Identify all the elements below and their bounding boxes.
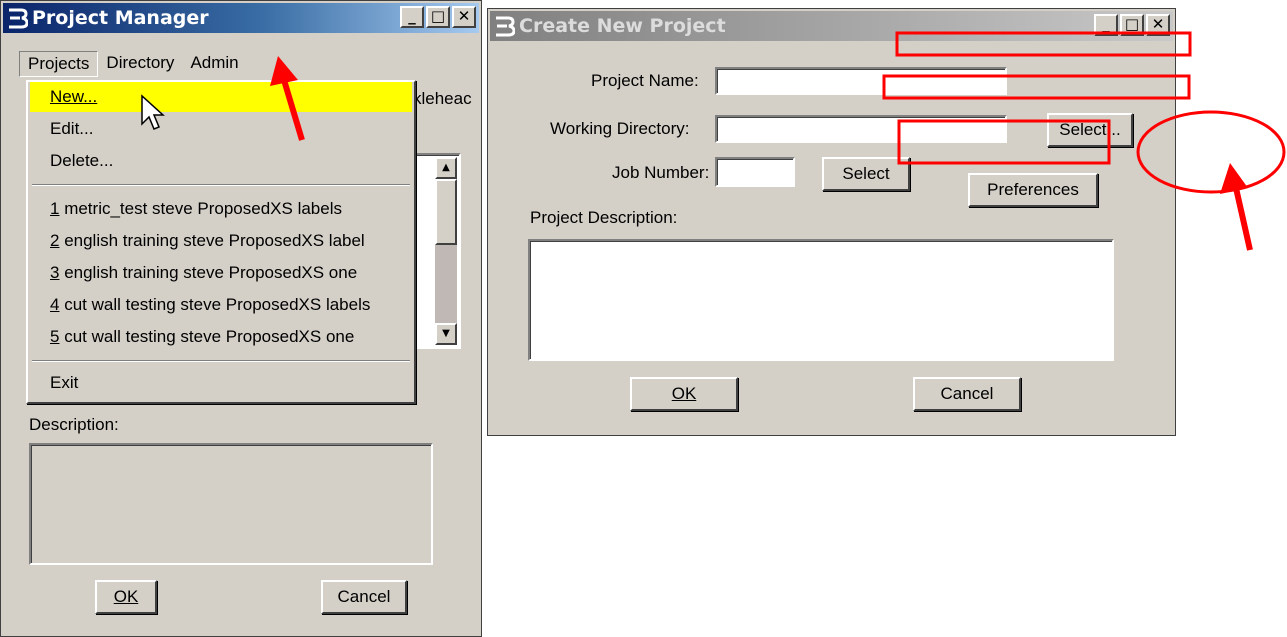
preferences-label: Preferences	[987, 180, 1079, 199]
recent-project-label: cut wall testing steve ProposedXS one	[59, 327, 355, 346]
ok-label: OK	[113, 587, 139, 606]
close-button[interactable]: ✕	[1146, 14, 1170, 36]
working-directory-label: Working Directory:	[550, 119, 690, 138]
menu-item-edit-label: Edit...	[50, 119, 94, 138]
create-project-dialog: Create New Project _ □ ✕ Project Name: W…	[487, 8, 1176, 436]
cancel-button[interactable]: Cancel	[913, 377, 1021, 411]
recent-project-label: english training steve ProposedXS one	[59, 263, 358, 282]
recent-project-item[interactable]: 5 cut wall testing steve ProposedXS one	[30, 322, 412, 352]
maximize-button[interactable]: □	[1120, 14, 1144, 36]
partially-hidden-text: kleheac	[413, 89, 472, 108]
arrow-cursor-icon	[141, 94, 165, 130]
minimize-button[interactable]: _	[400, 6, 424, 28]
projects-menu: New... Edit... Delete... 1 metric_test s…	[26, 80, 416, 404]
job-number-select-button[interactable]: Select	[822, 157, 910, 191]
select-button-label: Select...	[1059, 120, 1121, 139]
preferences-button[interactable]: Preferences	[968, 173, 1098, 207]
bentley-b-icon	[9, 8, 28, 29]
recent-project-label: english training steve ProposedXS label	[59, 231, 365, 250]
menu-item-exit-label: Exit	[50, 373, 79, 392]
menu-item-exit[interactable]: Exit	[30, 368, 412, 398]
recent-project-label: cut wall testing steve ProposedXS labels	[59, 295, 371, 314]
cancel-button[interactable]: Cancel	[321, 580, 407, 614]
menu-separator	[32, 184, 410, 186]
maximize-button[interactable]: □	[426, 6, 450, 28]
ok-button[interactable]: OK	[630, 377, 738, 411]
bentley-b-icon	[496, 16, 515, 37]
scroll-thumb[interactable]	[435, 179, 457, 245]
recent-project-item[interactable]: 4 cut wall testing steve ProposedXS labe…	[30, 290, 412, 320]
project-description-field[interactable]	[528, 239, 1114, 361]
menu-item-delete-label: Delete...	[50, 151, 114, 170]
menu-directory[interactable]: Directory	[98, 51, 182, 77]
recent-project-item[interactable]: 2 english training steve ProposedXS labe…	[30, 226, 412, 256]
menu-separator	[32, 360, 410, 362]
cancel-label: Cancel	[337, 587, 391, 606]
menubar: Projects Directory Admin	[19, 51, 247, 77]
project-description-label: Project Description:	[530, 208, 678, 227]
working-directory-field[interactable]	[715, 115, 1007, 143]
dialog-title: Create New Project	[519, 15, 726, 37]
ok-label: OK	[671, 384, 697, 403]
cancel-label: Cancel	[940, 384, 994, 403]
job-select-label: Select	[842, 164, 890, 183]
recent-project-label: metric_test steve ProposedXS labels	[59, 199, 342, 218]
close-button[interactable]: ✕	[452, 6, 476, 28]
red-arrow-annotation	[1220, 163, 1253, 251]
minimize-button[interactable]: _	[1094, 14, 1118, 36]
menu-item-edit[interactable]: Edit...	[30, 114, 412, 144]
project-name-label: Project Name:	[591, 71, 699, 90]
scroll-up-icon[interactable]: ▲	[435, 157, 457, 179]
scroll-down-icon[interactable]: ▼	[435, 323, 457, 345]
job-number-field[interactable]	[715, 157, 795, 187]
project-name-field[interactable]	[715, 67, 1007, 95]
create-project-titlebar[interactable]: Create New Project _ □ ✕	[490, 11, 1173, 41]
menu-item-delete[interactable]: Delete...	[30, 146, 412, 176]
project-manager-titlebar[interactable]: Project Manager _ □ ✕	[3, 3, 479, 33]
menu-item-new[interactable]: New...	[30, 82, 412, 112]
working-directory-select-button[interactable]: Select...	[1047, 113, 1133, 147]
ok-button[interactable]: OK	[95, 580, 157, 614]
description-box	[29, 443, 433, 565]
recent-project-item[interactable]: 3 english training steve ProposedXS one	[30, 258, 412, 288]
menu-item-new-label: New...	[50, 87, 98, 106]
menu-admin[interactable]: Admin	[182, 51, 246, 77]
list-scrollbar[interactable]: ▲ ▼	[435, 157, 457, 345]
window-title: Project Manager	[32, 7, 209, 29]
job-number-label: Job Number:	[612, 163, 710, 182]
menu-projects[interactable]: Projects	[19, 51, 99, 77]
description-label: Description:	[29, 415, 119, 434]
recent-project-item[interactable]: 1 metric_test steve ProposedXS labels	[30, 194, 412, 224]
